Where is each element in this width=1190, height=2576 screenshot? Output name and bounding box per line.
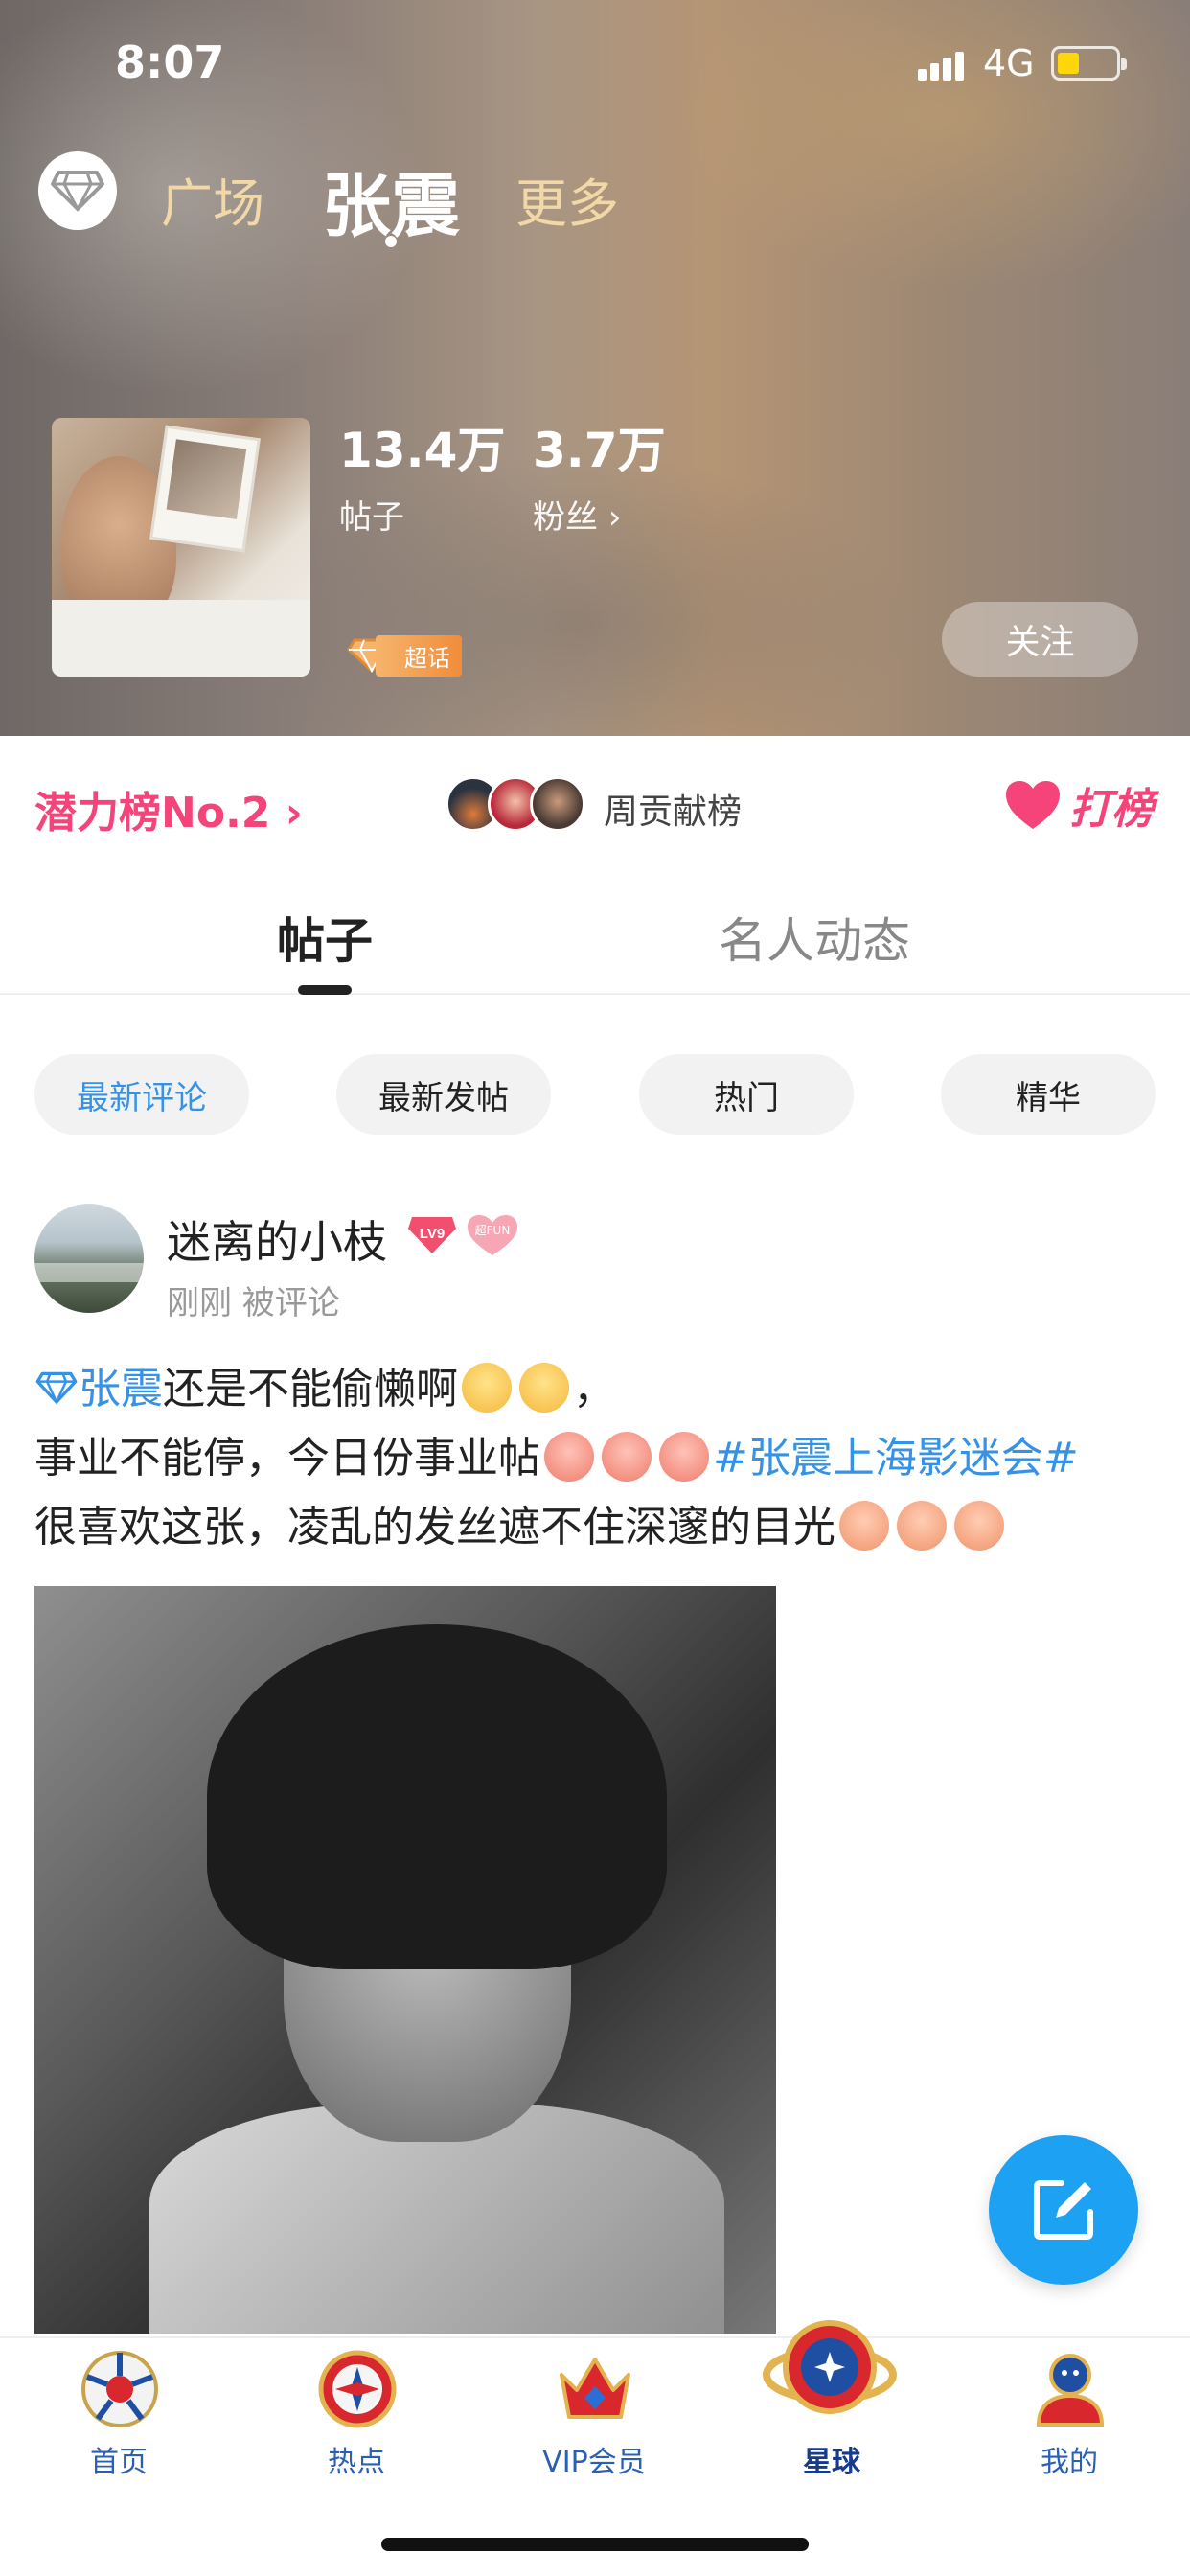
follow-button[interactable]: 关注 bbox=[942, 602, 1138, 677]
cute-creature-emoji-icon bbox=[544, 1432, 594, 1482]
cute-creature-emoji-icon bbox=[602, 1432, 652, 1482]
planet-icon bbox=[763, 2320, 897, 2414]
cellular-signal-icon bbox=[918, 50, 964, 80]
potential-rank-link[interactable]: 潜力榜No.2 › bbox=[34, 778, 303, 840]
big-eyes-emoji-icon bbox=[954, 1501, 1004, 1551]
post-line-2: 事业不能停，今日份事业帖 #张震上海影迷会# bbox=[34, 1424, 1175, 1493]
dabang-label: 打榜 bbox=[1069, 785, 1154, 834]
tab-guangchang[interactable]: 广场 bbox=[161, 161, 264, 237]
fans-label: 粉丝 bbox=[533, 498, 598, 537]
filter-hot[interactable]: 热门 bbox=[639, 1054, 854, 1135]
post-author-avatar[interactable] bbox=[34, 1204, 144, 1313]
fun-badge: 超FUN bbox=[466, 1213, 519, 1257]
post-line-3-text: 很喜欢这张，凌乱的发丝遮不住深邃的目光 bbox=[34, 1503, 835, 1552]
weekly-contribution-link[interactable]: 周贡献榜 bbox=[604, 784, 742, 834]
bottom-tab-vip-label: VIP会员 bbox=[542, 2446, 646, 2479]
fun-badge-text: 超FUN bbox=[475, 1223, 511, 1237]
post-username[interactable]: 迷离的小枝 bbox=[167, 1208, 387, 1271]
top-navigation: 广场 张震 更多 bbox=[0, 144, 1190, 259]
network-type: 4G bbox=[983, 42, 1035, 84]
bottom-tab-hot-label: 热点 bbox=[328, 2446, 385, 2479]
post-line-2-text: 事业不能停，今日份事业帖 bbox=[34, 1434, 540, 1483]
posts-label: 帖子 bbox=[339, 498, 404, 537]
diamond-icon bbox=[35, 1371, 78, 1405]
tab-celebrity-updates[interactable]: 名人动态 bbox=[719, 903, 910, 972]
post-meta: 刚刚 被评论 bbox=[167, 1284, 340, 1322]
battery-icon bbox=[1051, 46, 1127, 80]
bottom-tab-planet-label: 星球 bbox=[803, 2446, 860, 2479]
soccer-ball-icon bbox=[81, 2351, 158, 2427]
shy-face-emoji-icon bbox=[462, 1363, 512, 1413]
filter-featured[interactable]: 精华 bbox=[941, 1054, 1156, 1135]
fans-count: 3.7万 bbox=[533, 423, 666, 478]
filter-latest-comment[interactable]: 最新评论 bbox=[34, 1054, 249, 1135]
fans-stat[interactable]: 3.7万 粉丝 › bbox=[533, 412, 666, 538]
big-eyes-emoji-icon bbox=[839, 1501, 889, 1551]
chevron-right-icon: › bbox=[285, 789, 303, 838]
bottom-tab-home[interactable]: 首页 bbox=[0, 2338, 238, 2530]
bottom-tab-home-label: 首页 bbox=[90, 2446, 148, 2479]
active-tab-dot bbox=[385, 236, 397, 247]
rank-row: 潜力榜No.2 › 周贡献榜 打榜 bbox=[0, 736, 1190, 872]
status-bar: 8:07 4G bbox=[0, 0, 1190, 125]
post-line-1-end: ， bbox=[573, 1365, 615, 1414]
home-indicator[interactable] bbox=[381, 2538, 809, 2551]
post-line-1-text: 还是不能偷懒啊 bbox=[163, 1365, 458, 1414]
posts-count: 13.4万 bbox=[339, 423, 506, 478]
compose-button[interactable] bbox=[989, 2135, 1138, 2285]
post-line-3: 很喜欢这张，凌乱的发丝遮不住深邃的目光 bbox=[34, 1493, 1175, 1562]
bottom-tab-me[interactable]: 我的 bbox=[950, 2338, 1188, 2530]
potential-rank-label: 潜力榜No.2 bbox=[34, 789, 271, 838]
heart-icon bbox=[1006, 781, 1060, 829]
supertopic-header: 8:07 4G 广场 张震 更多 13.4万 帖子 3.7万 粉丝 › 超话 关… bbox=[0, 0, 1190, 736]
bottom-tab-planet[interactable]: 星球 bbox=[713, 2320, 950, 2530]
compass-icon bbox=[318, 2350, 397, 2428]
diamond-logo-icon[interactable] bbox=[38, 151, 117, 230]
shy-face-emoji-icon bbox=[519, 1363, 569, 1413]
chaohua-badge: 超话 bbox=[345, 634, 462, 677]
posts-stat: 13.4万 帖子 bbox=[339, 412, 505, 538]
chaohua-label: 超话 bbox=[376, 634, 462, 677]
cute-creature-emoji-icon bbox=[659, 1432, 709, 1482]
post-line-1: 张震还是不能偷懒啊 ， bbox=[34, 1355, 1175, 1424]
topic-avatar[interactable] bbox=[52, 418, 310, 677]
dabang-button[interactable]: 打榜 bbox=[1004, 774, 1154, 836]
contributor-avatars[interactable] bbox=[446, 776, 589, 834]
post-photo[interactable] bbox=[34, 1586, 776, 2334]
content-tabs: 帖子 名人动态 bbox=[0, 872, 1190, 995]
tab-posts[interactable]: 帖子 bbox=[277, 903, 373, 972]
edit-icon bbox=[1034, 2180, 1093, 2240]
status-time: 8:07 bbox=[115, 36, 225, 88]
level-text: LV9 bbox=[420, 1226, 445, 1242]
tab-more[interactable]: 更多 bbox=[515, 161, 619, 237]
big-eyes-emoji-icon bbox=[897, 1501, 947, 1551]
topic-mention[interactable]: 张震 bbox=[79, 1365, 163, 1414]
crown-icon bbox=[560, 2358, 630, 2419]
tab-underline bbox=[298, 985, 352, 995]
hashtag-link[interactable]: #张震上海影迷会# bbox=[713, 1434, 1079, 1483]
chevron-right-icon: › bbox=[607, 498, 622, 537]
bottom-tab-vip[interactable]: VIP会员 bbox=[475, 2338, 713, 2530]
bottom-tab-me-label: 我的 bbox=[1041, 2446, 1098, 2479]
bottom-tab-hot[interactable]: 热点 bbox=[238, 2338, 475, 2530]
level-badge: LV9 bbox=[406, 1215, 458, 1255]
filter-latest-post[interactable]: 最新发帖 bbox=[336, 1054, 551, 1135]
profile-icon bbox=[1036, 2354, 1105, 2426]
